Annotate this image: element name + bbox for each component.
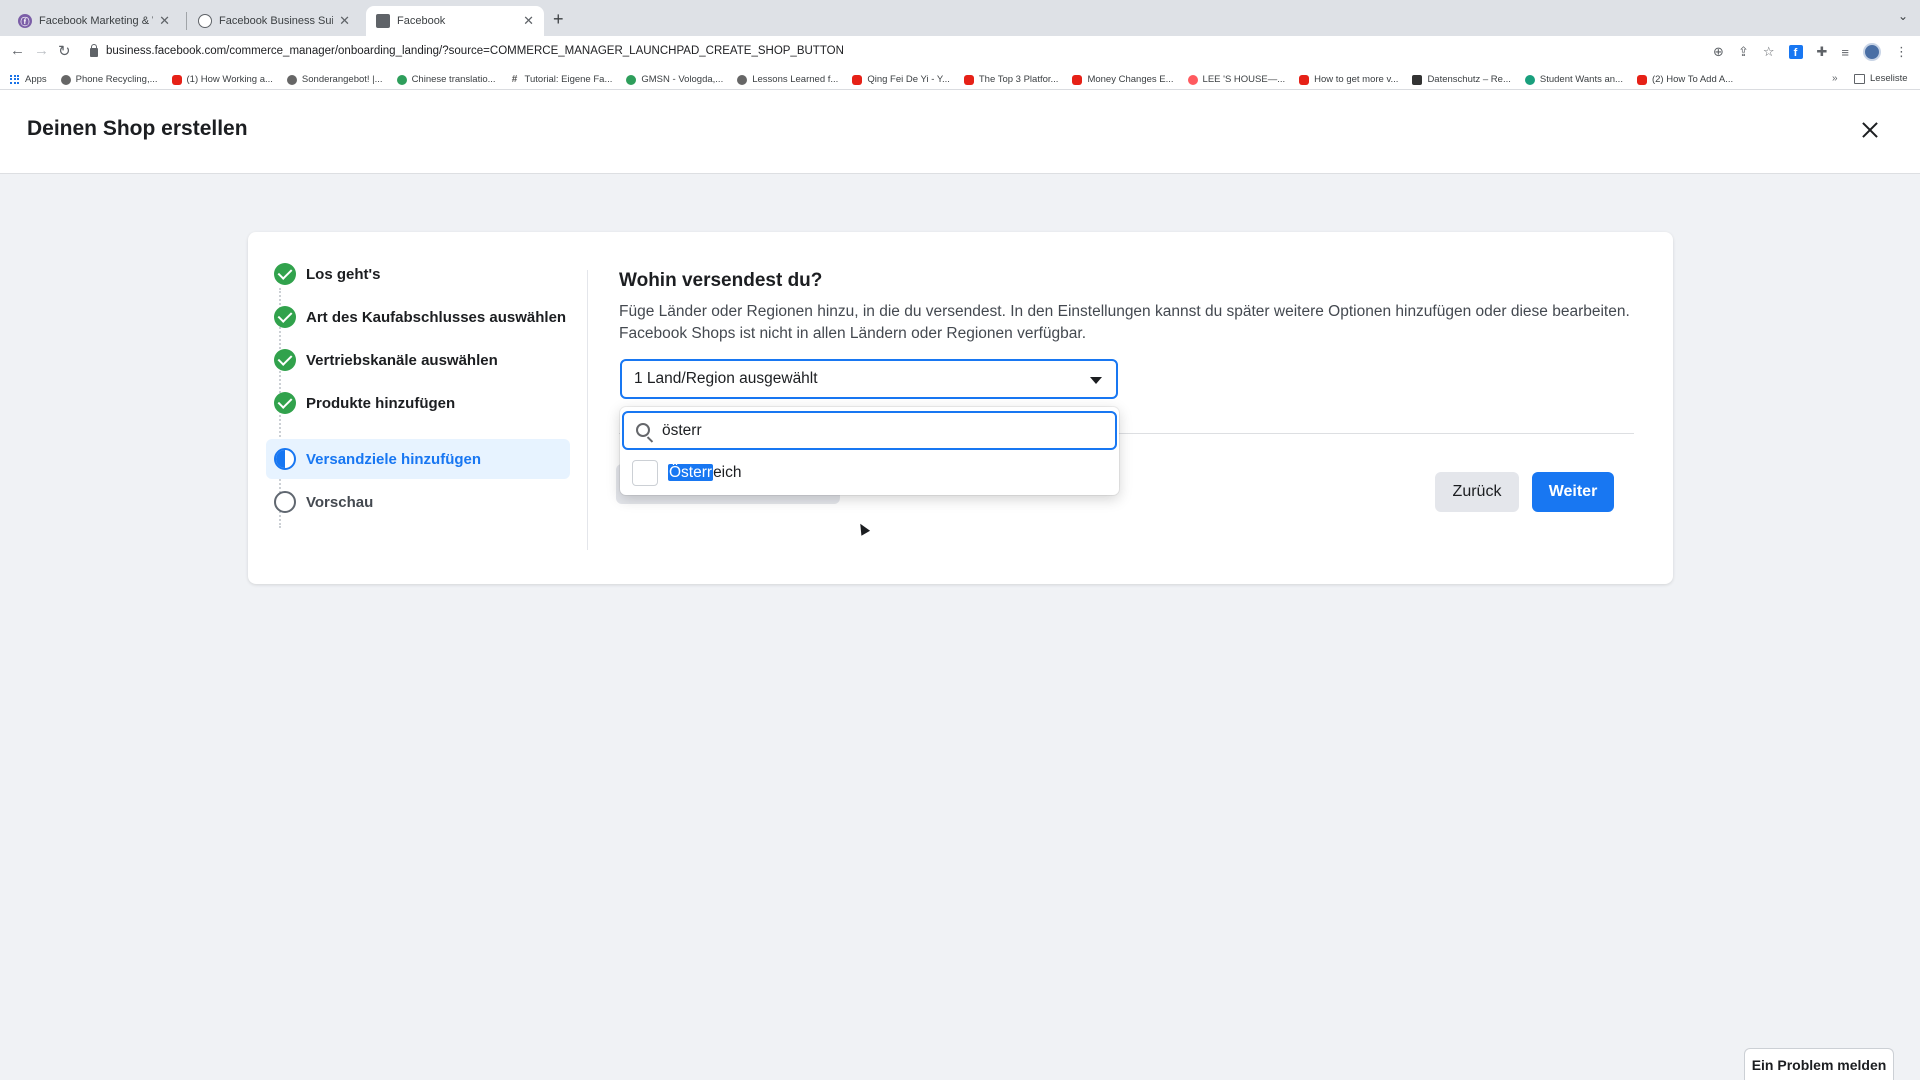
check-circle-icon	[274, 306, 296, 328]
search-icon	[636, 423, 650, 437]
lock-icon[interactable]	[90, 44, 98, 57]
bookmark-item[interactable]: Lessons Learned f...	[737, 74, 838, 85]
close-tab-icon[interactable]: ✕	[339, 13, 350, 29]
bookmark-item[interactable]: GMSN - Vologda,...	[626, 74, 723, 85]
step-los-gehts[interactable]: Los geht's	[266, 254, 570, 294]
hash-icon: #	[511, 73, 518, 85]
facebook-favicon-icon	[376, 14, 390, 28]
youtube-icon	[852, 74, 863, 85]
close-tab-icon[interactable]: ✕	[523, 13, 534, 29]
bookmark-item[interactable]: LEE 'S HOUSE—...	[1187, 74, 1285, 85]
youtube-icon	[171, 74, 182, 85]
back-arrow-icon[interactable]: ←	[10, 42, 25, 59]
option-label: Österreich	[668, 464, 742, 481]
bookmarks-bar: Apps Phone Recycling,... (1) How Working…	[0, 70, 1920, 90]
country-search-box[interactable]	[622, 411, 1117, 450]
tab-facebook[interactable]: Facebook ✕	[366, 6, 544, 36]
browser-menu-icon[interactable]: ⋮	[1895, 44, 1908, 60]
half-circle-progress-icon	[274, 448, 296, 470]
browser-tab-bar: ⓕ Facebook Marketing & Werbe… ✕ Facebook…	[0, 0, 1920, 36]
check-circle-icon	[274, 349, 296, 371]
bookmark-item[interactable]: Sonderangebot! |...	[286, 74, 383, 85]
section-description: Füge Länder oder Regionen hinzu, in die …	[619, 303, 1630, 342]
check-circle-icon	[274, 392, 296, 414]
checkbox[interactable]	[632, 460, 658, 486]
option-oesterreich[interactable]: Österreich	[620, 454, 1119, 492]
new-tab-icon[interactable]: +	[553, 9, 564, 30]
bookmark-apps[interactable]: Apps	[10, 74, 47, 85]
youtube-icon	[1072, 74, 1083, 85]
reading-list[interactable]: Leseliste	[1854, 73, 1908, 84]
country-search-input[interactable]	[662, 419, 1102, 443]
browser-toolbar: ← → ↻ business.facebook.com/commerce_man…	[0, 36, 1920, 70]
globe-icon	[286, 74, 297, 85]
bookmark-item[interactable]: Money Changes E...	[1072, 74, 1174, 85]
youtube-icon	[963, 74, 974, 85]
vertical-divider	[587, 270, 588, 550]
bookmark-item[interactable]: How to get more v...	[1299, 74, 1398, 85]
step-produkte[interactable]: Produkte hinzufügen	[266, 383, 570, 423]
bookmark-item[interactable]: Phone Recycling,...	[60, 74, 158, 85]
youtube-icon	[1299, 74, 1310, 85]
step-kaufabschluss[interactable]: Art des Kaufabschlusses auswählen	[266, 297, 570, 337]
airbnb-icon	[1187, 74, 1198, 85]
bookmark-item[interactable]: (2) How To Add A...	[1636, 74, 1733, 85]
reading-list-icon	[1854, 73, 1865, 84]
tab-search-chevron-icon[interactable]: ⌄	[1898, 9, 1908, 23]
apps-grid-icon	[10, 74, 20, 85]
next-button[interactable]: Weiter	[1532, 472, 1614, 512]
empty-circle-icon	[274, 491, 296, 513]
step-versandziele[interactable]: Versandziele hinzufügen	[266, 439, 570, 479]
globe-icon	[737, 74, 748, 85]
country-select[interactable]: 1 Land/Region ausgewählt	[620, 359, 1118, 399]
section-title: Wohin versendest du?	[619, 270, 823, 291]
country-dropdown: Österreich	[620, 407, 1119, 495]
bookmark-item[interactable]: Chinese translatio...	[396, 74, 496, 85]
bookmarks-overflow-icon[interactable]: »	[1832, 73, 1838, 84]
page-header: Deinen Shop erstellen	[0, 90, 1920, 174]
green-circle-icon	[396, 74, 407, 85]
report-problem-button[interactable]: Ein Problem melden	[1744, 1048, 1894, 1080]
shipping-content: Wohin versendest du? Füge Länder oder Re…	[619, 270, 1649, 345]
step-vorschau[interactable]: Vorschau	[266, 482, 570, 522]
green-circle-icon	[626, 74, 637, 85]
bookmark-star-icon[interactable]: ☆	[1763, 44, 1775, 60]
forward-arrow-icon[interactable]: →	[34, 42, 49, 59]
caret-down-icon	[1090, 377, 1102, 384]
facebook-extension-icon[interactable]: f	[1788, 45, 1803, 59]
bookmark-item[interactable]: # Tutorial: Eigene Fa...	[510, 74, 613, 85]
business-suite-favicon-icon	[198, 14, 212, 28]
o-icon	[60, 74, 71, 85]
page-title: Deinen Shop erstellen	[27, 117, 248, 140]
facebook-marketing-favicon-icon: ⓕ	[18, 14, 32, 28]
address-bar[interactable]: business.facebook.com/commerce_manager/o…	[106, 45, 844, 57]
bookmark-item[interactable]: Datenschutz – Re...	[1412, 74, 1511, 85]
check-circle-icon	[274, 263, 296, 285]
bookmark-item[interactable]: Qing Fei De Yi - Y...	[852, 74, 950, 85]
zoom-icon[interactable]: ⊕	[1713, 44, 1724, 60]
tab-facebook-business-suite[interactable]: Facebook Business Suite ✕	[188, 6, 360, 36]
close-icon[interactable]	[1857, 117, 1883, 143]
dark-square-icon	[1412, 74, 1423, 85]
extensions-puzzle-icon[interactable]: ✚	[1817, 44, 1828, 60]
close-tab-icon[interactable]: ✕	[159, 13, 170, 29]
back-button[interactable]: Zurück	[1435, 472, 1519, 512]
teal-circle-icon	[1524, 74, 1535, 85]
tab-facebook-marketing[interactable]: ⓕ Facebook Marketing & Werbe… ✕	[8, 6, 180, 36]
reload-icon[interactable]: ↻	[58, 42, 71, 60]
youtube-icon	[1636, 74, 1647, 85]
step-vertriebskanaele[interactable]: Vertriebskanäle auswählen	[266, 340, 570, 380]
bookmark-item[interactable]: (1) How Working a...	[171, 74, 273, 85]
share-icon[interactable]: ⇪	[1738, 44, 1749, 60]
profile-avatar[interactable]	[1863, 43, 1881, 61]
bookmark-item[interactable]: The Top 3 Platfor...	[963, 74, 1058, 85]
media-control-icon[interactable]: ≡	[1841, 45, 1849, 60]
bookmark-item[interactable]: Student Wants an...	[1524, 74, 1623, 85]
